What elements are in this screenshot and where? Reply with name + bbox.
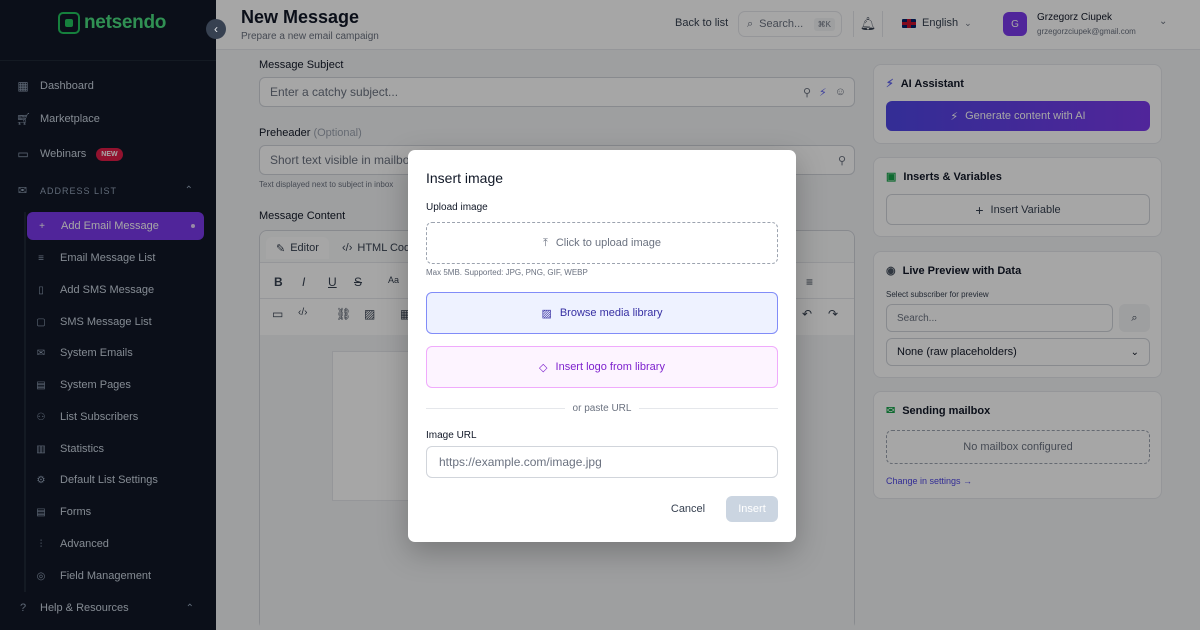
image-url-input[interactable]: https://example.com/image.jpg bbox=[426, 446, 778, 478]
upload-dropzone[interactable]: ⤒ Click to upload image bbox=[426, 222, 778, 264]
or-divider: or paste URL bbox=[426, 402, 779, 414]
button-label: Browse media library bbox=[559, 307, 663, 319]
insert-logo-button[interactable]: ◇ Insert logo from library bbox=[426, 346, 778, 388]
collapse-sidebar-button[interactable]: ‹ bbox=[206, 19, 226, 39]
url-label: Image URL bbox=[426, 430, 477, 441]
divider-line bbox=[426, 407, 565, 409]
modal-title: Insert image bbox=[426, 170, 504, 186]
upload-hint: Max 5MB. Supported: JPG, PNG, GIF, WEBP bbox=[426, 268, 588, 277]
insert-button[interactable]: Insert bbox=[726, 496, 778, 522]
tag-icon: ◇ bbox=[539, 361, 548, 374]
or-text: or paste URL bbox=[572, 402, 632, 414]
upload-label: Upload image bbox=[426, 202, 488, 213]
browse-media-button[interactable]: ▨ Browse media library bbox=[426, 292, 778, 334]
cancel-button[interactable]: Cancel bbox=[666, 496, 710, 522]
image-icon: ▨ bbox=[541, 307, 552, 320]
url-placeholder: https://example.com/image.jpg bbox=[439, 455, 602, 469]
upload-icon: ⤒ bbox=[542, 236, 548, 249]
divider-line bbox=[639, 407, 779, 409]
button-label: Insert logo from library bbox=[555, 361, 665, 373]
upload-text: Click to upload image bbox=[555, 237, 662, 249]
insert-image-modal: Insert image Upload image ⤒ Click to upl… bbox=[408, 150, 796, 542]
